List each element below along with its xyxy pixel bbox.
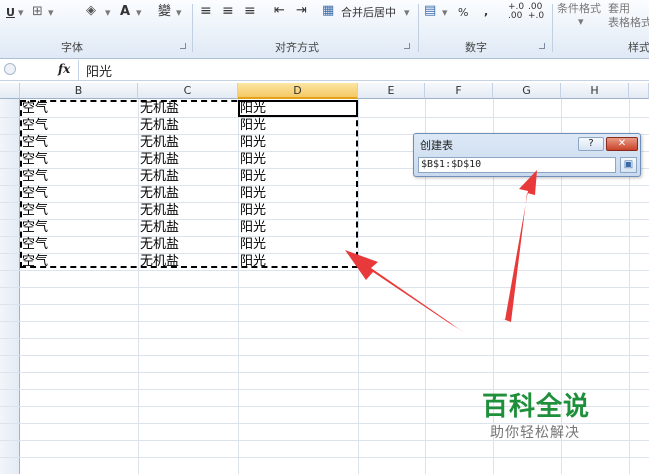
watermark-title: 百科全说 — [482, 392, 591, 422]
arrow-to-dialog — [500, 170, 537, 322]
watermark-subtitle: 助你轻松解决 — [490, 425, 580, 441]
arrow-to-selection — [345, 250, 465, 333]
